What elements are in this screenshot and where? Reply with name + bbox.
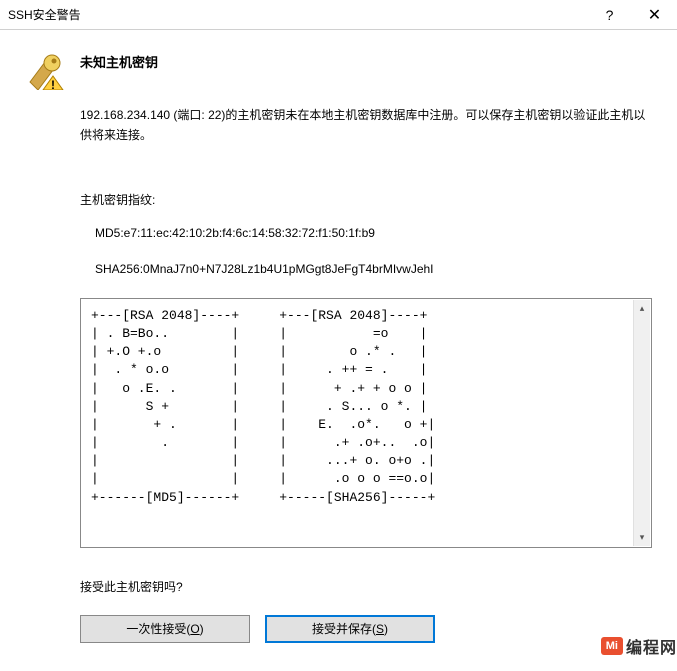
sha256-fingerprint: SHA256:0MnaJ7n0+N7J28Lz1b4U1pMGgt8JeFgT4… xyxy=(95,262,652,276)
action-buttons: 一次性接受(O) 接受并保存(S) xyxy=(80,615,652,643)
accept-save-label: 接受并保存(S) xyxy=(312,620,388,637)
randomart-sha256: +---[RSA 2048]----+ | =o | | o .* . | | … xyxy=(279,307,435,539)
body-message: 192.168.234.140 (端口: 22)的主机密钥未在本地主机密钥数据库… xyxy=(80,105,652,146)
watermark-badge: Mi xyxy=(601,637,623,655)
titlebar-buttons: ? ✕ xyxy=(587,0,677,29)
randomart-md5: +---[RSA 2048]----+ | . B=Bo.. | | +.O +… xyxy=(91,307,239,539)
close-button[interactable]: ✕ xyxy=(632,0,677,29)
help-button[interactable]: ? xyxy=(587,0,632,29)
svg-text:!: ! xyxy=(51,78,55,90)
watermark: Mi 编程网 xyxy=(601,634,677,658)
watermark-text: 编程网 xyxy=(626,634,677,658)
md5-fingerprint: MD5:e7:11:ec:42:10:2b:f4:6c:14:58:32:72:… xyxy=(95,226,652,240)
accept-save-button[interactable]: 接受并保存(S) xyxy=(265,615,435,643)
titlebar: SSH安全警告 ? ✕ xyxy=(0,0,677,30)
scroll-down-icon[interactable]: ▾ xyxy=(634,529,650,546)
confirm-question: 接受此主机密钥吗? xyxy=(80,578,652,595)
accept-once-label: 一次性接受(O) xyxy=(126,620,203,637)
key-warning-icon: ! xyxy=(25,50,65,90)
header-row: ! 未知主机密钥 xyxy=(25,50,652,90)
dialog-content: ! 未知主机密钥 192.168.234.140 (端口: 22)的主机密钥未在… xyxy=(0,30,677,658)
dialog-heading: 未知主机密钥 xyxy=(80,50,158,71)
randomart-box: +---[RSA 2048]----+ | . B=Bo.. | | +.O +… xyxy=(80,298,652,548)
scrollbar[interactable]: ▴ ▾ xyxy=(633,300,650,546)
fingerprint-label: 主机密钥指纹: xyxy=(80,191,652,208)
scroll-up-icon[interactable]: ▴ xyxy=(634,300,650,317)
accept-once-button[interactable]: 一次性接受(O) xyxy=(80,615,250,643)
window-title: SSH安全警告 xyxy=(8,6,587,23)
